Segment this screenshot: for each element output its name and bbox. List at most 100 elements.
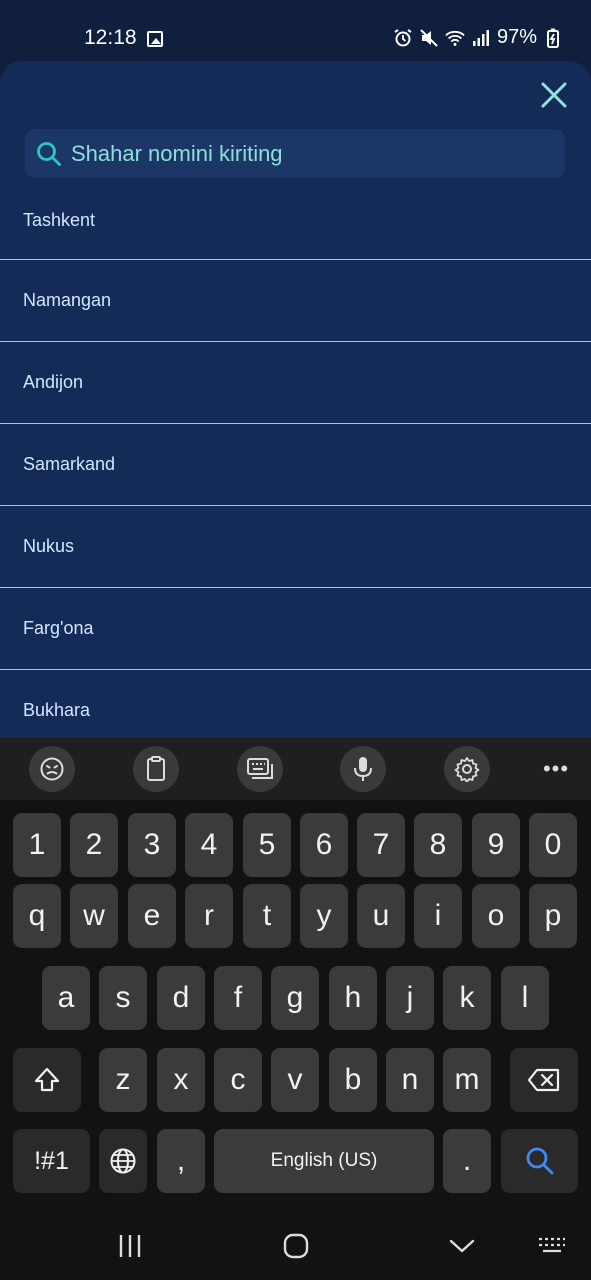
battery-percent: 97% [496,26,537,48]
keyboard-layout-button[interactable] [237,746,283,792]
key-r[interactable]: r [185,884,233,948]
search-input[interactable]: Shahar nomini kiriting [25,129,565,178]
key-3[interactable]: 3 [128,813,176,877]
key-7[interactable]: 7 [357,813,405,877]
keyboard-settings-button[interactable] [444,746,490,792]
shift-icon [34,1067,60,1092]
emoji-button[interactable] [29,746,75,792]
city-item-namangan[interactable]: Namangan [0,260,591,342]
keyboard-toolbar: ••• [0,738,591,800]
language-key[interactable] [99,1129,147,1193]
search-icon [526,1147,553,1175]
backspace-icon [527,1068,560,1092]
keyboard-layout-icon [247,758,273,779]
key-a[interactable]: a [42,966,90,1030]
key-k[interactable]: k [443,966,491,1030]
keyboard-space-row: !#1 , English (US) . [0,1129,591,1193]
key-v[interactable]: v [271,1048,319,1112]
voice-input-button[interactable] [340,746,386,792]
close-button[interactable] [539,80,569,110]
signal-icon [471,28,491,48]
wifi-icon [445,28,465,48]
key-1[interactable]: 1 [13,813,61,877]
keyboard-top-row: q w e r t y u i o p [0,884,591,948]
key-s[interactable]: s [99,966,147,1030]
home-button[interactable] [280,1228,312,1264]
key-y[interactable]: y [300,884,348,948]
keyboard: 1 2 3 4 5 6 7 8 9 0 q w e r t y u i o p … [0,800,591,1210]
navigation-bar [0,1210,591,1280]
key-5[interactable]: 5 [243,813,291,877]
back-icon [449,1239,475,1253]
emoji-icon [40,757,64,781]
key-6[interactable]: 6 [300,813,348,877]
clipboard-button[interactable] [133,746,179,792]
status-bar: 12:18 97% [0,0,591,62]
city-list: Tashkent Namangan Andijon Samarkand Nuku… [0,178,591,739]
battery-charging-icon [543,28,563,48]
key-b[interactable]: b [329,1048,377,1112]
city-item-nukus[interactable]: Nukus [0,506,591,588]
key-2[interactable]: 2 [70,813,118,877]
key-i[interactable]: i [414,884,462,948]
keyboard-hide-icon [539,1237,565,1253]
city-picker-sheet: Shahar nomini kiriting Tashkent Namangan… [0,61,591,739]
key-o[interactable]: o [472,884,520,948]
key-z[interactable]: z [99,1048,147,1112]
key-0[interactable]: 0 [529,813,577,877]
search-key[interactable] [501,1129,578,1193]
home-icon [283,1233,309,1259]
key-8[interactable]: 8 [414,813,462,877]
key-u[interactable]: u [357,884,405,948]
keyboard-middle-row: a s d f g h j k l [0,966,591,1030]
key-4[interactable]: 4 [185,813,233,877]
key-d[interactable]: d [157,966,205,1030]
globe-icon [110,1148,136,1174]
search-icon [37,141,61,166]
back-button[interactable] [446,1228,478,1264]
clipboard-icon [147,756,165,781]
key-9[interactable]: 9 [472,813,520,877]
city-item-andijon[interactable]: Andijon [0,342,591,424]
mute-icon [419,28,439,48]
city-item-fargona[interactable]: Farg'ona [0,588,591,670]
recents-button[interactable] [114,1228,146,1264]
more-icon: ••• [542,756,570,781]
close-icon [541,82,567,108]
key-w[interactable]: w [70,884,118,948]
key-q[interactable]: q [13,884,61,948]
status-icons: 97% [393,26,563,49]
image-icon [147,31,163,47]
key-j[interactable]: j [386,966,434,1030]
symbols-key[interactable]: !#1 [13,1129,90,1193]
city-item-samarkand[interactable]: Samarkand [0,424,591,506]
more-options-button[interactable]: ••• [541,746,571,792]
search-placeholder: Shahar nomini kiriting [71,140,283,166]
keyboard-number-row: 1 2 3 4 5 6 7 8 9 0 [0,813,591,877]
status-time: 12:18 [84,26,137,49]
keyboard-bottom-row: z x c v b n m [0,1048,591,1112]
key-f[interactable]: f [214,966,262,1030]
backspace-key[interactable] [510,1048,578,1112]
recents-icon [119,1235,141,1257]
city-item-tashkent[interactable]: Tashkent [0,178,591,260]
city-item-bukhara[interactable]: Bukhara [0,670,591,739]
key-x[interactable]: x [157,1048,205,1112]
comma-key[interactable]: , [157,1129,205,1193]
key-p[interactable]: p [529,884,577,948]
key-n[interactable]: n [386,1048,434,1112]
key-l[interactable]: l [501,966,549,1030]
key-h[interactable]: h [329,966,377,1030]
key-c[interactable]: c [214,1048,262,1112]
alarm-icon [393,28,413,48]
key-t[interactable]: t [243,884,291,948]
settings-icon [454,757,480,782]
keyboard-hide-button[interactable] [536,1228,568,1264]
key-e[interactable]: e [128,884,176,948]
key-m[interactable]: m [443,1048,491,1112]
shift-key[interactable] [13,1048,81,1112]
microphone-icon [354,757,372,781]
key-g[interactable]: g [271,966,319,1030]
period-key[interactable]: . [443,1129,491,1193]
space-key[interactable]: English (US) [214,1129,434,1193]
